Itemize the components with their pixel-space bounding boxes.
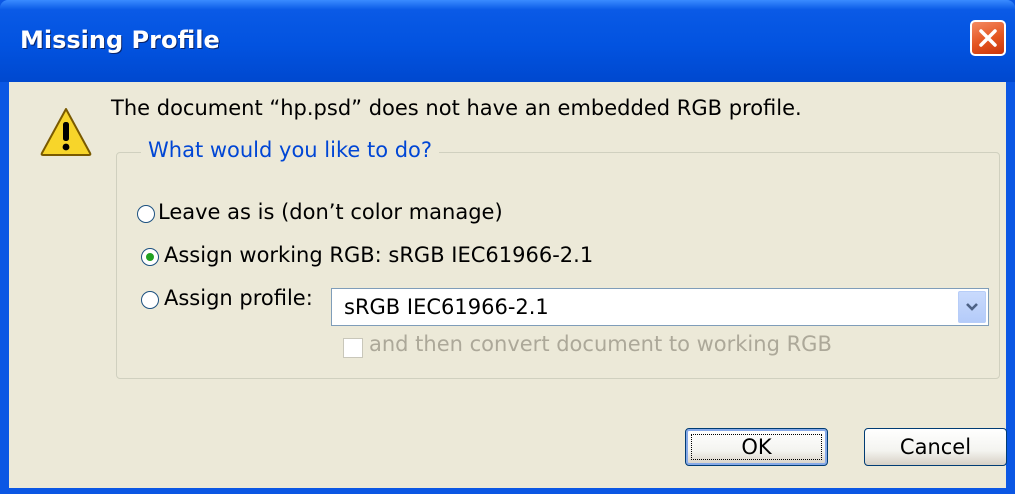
radio-assign-profile-label[interactable]: Assign profile: [164,286,313,310]
chevron-down-icon [966,303,978,311]
convert-checkbox[interactable] [343,338,363,358]
radio-leave-as-is[interactable] [137,205,155,223]
group-legend: What would you like to do? [141,138,440,162]
ok-button[interactable]: OK [685,428,828,466]
convert-checkbox-label: and then convert document to working RGB [369,332,832,356]
message-text: The document “hp.psd” does not have an e… [111,96,802,120]
dialog-body: The document “hp.psd” does not have an e… [9,82,1007,488]
cancel-button[interactable]: Cancel [864,428,1007,466]
profile-select-value: sRGB IEC61966-2.1 [344,295,549,319]
radio-selected-dot [146,253,154,261]
title-bar[interactable]: Missing Profile [0,0,1015,82]
focus-rectangle [691,434,822,460]
radio-assign-profile[interactable] [141,291,159,309]
radio-assign-working-rgb-label[interactable]: Assign working RGB: sRGB IEC61966-2.1 [164,243,593,267]
warning-icon [40,108,92,156]
profile-select[interactable]: sRGB IEC61966-2.1 [331,288,989,326]
radio-leave-as-is-label[interactable]: Leave as is (don’t color manage) [158,200,503,224]
close-icon [979,29,997,47]
close-button[interactable] [970,20,1006,56]
profile-select-dropdown-button[interactable] [958,291,986,323]
cancel-button-label: Cancel [899,435,972,459]
radio-assign-working-rgb[interactable] [141,248,159,266]
missing-profile-dialog: Missing Profile The document “hp.psd” do… [0,0,1015,494]
window-title: Missing Profile [20,26,220,54]
